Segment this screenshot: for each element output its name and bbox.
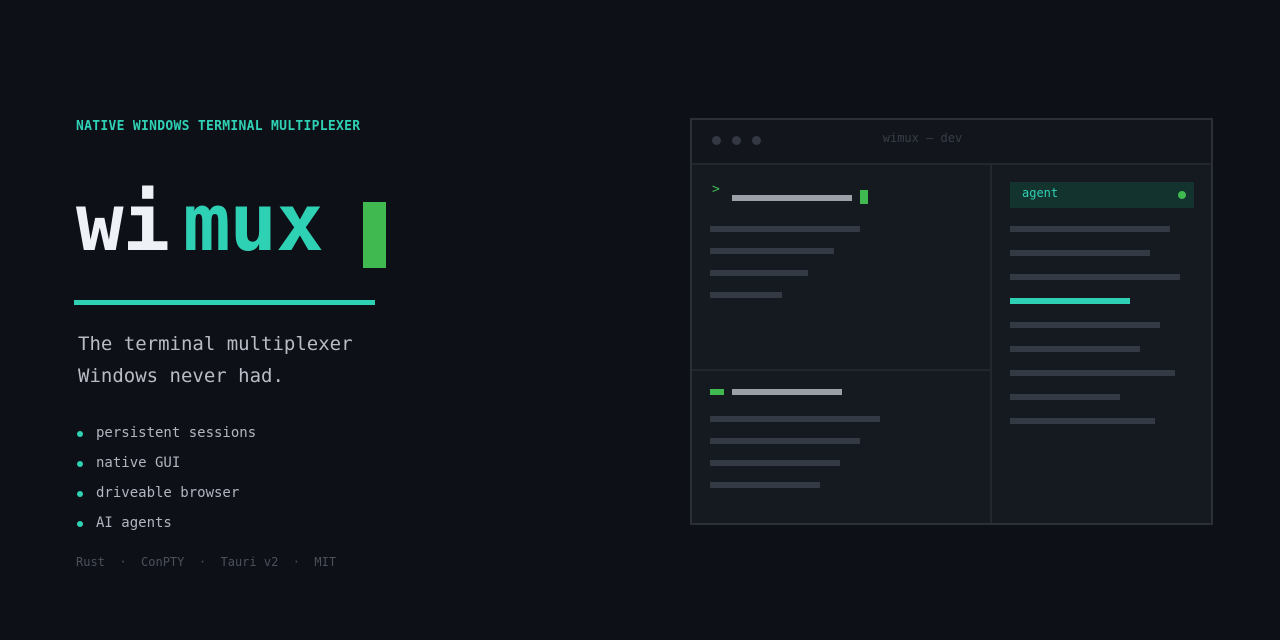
bullet-dot-icon xyxy=(77,431,83,437)
hero-eyebrow: NATIVE WINDOWS TERMINAL MULTIPLEXER xyxy=(76,119,361,134)
logo-text-wi: wi xyxy=(76,177,170,269)
output-line xyxy=(710,416,880,422)
logo-cursor-block xyxy=(363,202,386,268)
terminal-cursor xyxy=(860,190,868,204)
prompt-chevron-icon: > xyxy=(712,182,720,197)
agent-output-line xyxy=(1010,250,1150,256)
agent-output-line xyxy=(1010,226,1170,232)
feature-label: persistent sessions xyxy=(96,425,257,441)
feature-item: driveable browser xyxy=(76,483,256,513)
window-title: wimux — dev xyxy=(882,131,963,145)
agent-output-line xyxy=(1010,322,1160,328)
feature-label: driveable browser xyxy=(96,485,240,501)
agent-status-dot-icon xyxy=(1178,191,1186,199)
agent-output-line xyxy=(1010,274,1180,280)
bullet-dot-icon xyxy=(77,491,83,497)
pane-divider-horizontal xyxy=(692,369,990,371)
agent-tab-label: agent xyxy=(1022,186,1059,200)
output-line xyxy=(710,226,860,232)
feature-label: AI agents xyxy=(96,515,172,531)
feature-list: persistent sessions native GUI driveable… xyxy=(76,423,256,543)
agent-tab: agent xyxy=(1010,182,1194,208)
logo-underline xyxy=(74,300,375,305)
logo-text-mux: mux xyxy=(183,177,324,269)
wimux-logo: wi mux xyxy=(76,168,396,278)
pane-status-indicator xyxy=(710,389,724,395)
output-line xyxy=(710,248,834,254)
output-line xyxy=(710,438,860,444)
bullet-dot-icon xyxy=(77,521,83,527)
pane-header-placeholder xyxy=(732,389,842,395)
agent-output-line xyxy=(1010,346,1140,352)
feature-item: native GUI xyxy=(76,453,256,483)
tagline-line-1: The terminal multiplexer xyxy=(78,333,353,355)
agent-output-line xyxy=(1010,370,1175,376)
output-line xyxy=(710,460,840,466)
command-line-placeholder xyxy=(732,195,852,201)
pane-divider-vertical xyxy=(990,165,992,523)
bullet-dot-icon xyxy=(77,461,83,467)
agent-highlight-line xyxy=(1010,298,1130,304)
feature-item: persistent sessions xyxy=(76,423,256,453)
tagline: The terminal multiplexer Windows never h… xyxy=(78,328,353,392)
window-titlebar: wimux — dev xyxy=(692,120,1211,165)
output-line xyxy=(710,292,782,298)
agent-output-line xyxy=(1010,394,1120,400)
feature-item: AI agents xyxy=(76,513,256,543)
tagline-line-2: Windows never had. xyxy=(78,365,284,387)
agent-output-line xyxy=(1010,418,1155,424)
output-line xyxy=(710,270,808,276)
tech-stack-line: Rust · ConPTY · Tauri v2 · MIT xyxy=(76,555,337,569)
terminal-window-mockup: wimux — dev > agent xyxy=(690,118,1213,525)
feature-label: native GUI xyxy=(96,455,181,471)
output-line xyxy=(710,482,820,488)
